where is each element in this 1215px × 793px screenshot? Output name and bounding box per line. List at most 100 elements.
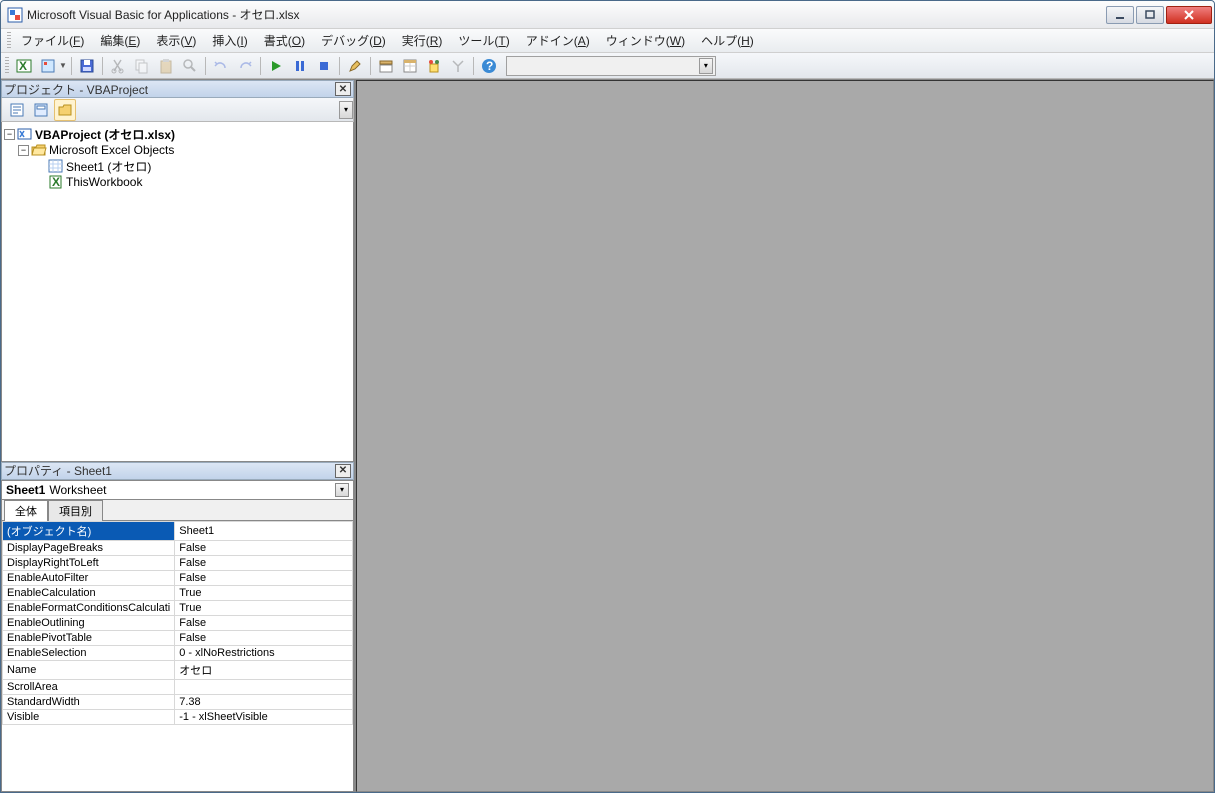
- menu-e[interactable]: 編集(E): [92, 29, 148, 52]
- chevron-down-icon: ▾: [335, 483, 349, 497]
- redo-button[interactable]: [234, 55, 256, 77]
- property-row[interactable]: EnableSelection0 - xlNoRestrictions: [3, 645, 353, 660]
- copy-button[interactable]: [131, 55, 153, 77]
- properties-panel-title[interactable]: プロパティ - Sheet1 ✕: [1, 462, 354, 480]
- menu-r[interactable]: 実行(R): [394, 29, 451, 52]
- tree-item-label: ThisWorkbook: [66, 175, 142, 189]
- property-row[interactable]: EnableCalculationTrue: [3, 585, 353, 600]
- tab-all[interactable]: 全体: [4, 500, 48, 521]
- toolbox-button[interactable]: [447, 55, 469, 77]
- property-row[interactable]: EnableFormatConditionsCalculatiTrue: [3, 600, 353, 615]
- project-panel-title[interactable]: プロジェクト - VBAProject ✕: [1, 80, 354, 98]
- maximize-button[interactable]: [1136, 6, 1164, 24]
- object-browser-button[interactable]: [423, 55, 445, 77]
- worksheet-icon: [48, 159, 64, 173]
- property-row[interactable]: Nameオセロ: [3, 660, 353, 679]
- property-name: EnableFormatConditionsCalculati: [3, 600, 175, 615]
- property-value[interactable]: False: [175, 555, 353, 570]
- property-value[interactable]: オセロ: [175, 660, 353, 679]
- menubar-grip[interactable]: [7, 32, 11, 50]
- help-button[interactable]: ?: [478, 55, 500, 77]
- tree-project-root[interactable]: − VBAProject (オセロ.xlsx): [4, 126, 351, 142]
- property-value[interactable]: False: [175, 570, 353, 585]
- collapse-icon[interactable]: −: [4, 129, 15, 140]
- property-value[interactable]: True: [175, 600, 353, 615]
- close-button[interactable]: [1166, 6, 1212, 24]
- tree-item-sheet1[interactable]: Sheet1 (オセロ): [4, 158, 351, 174]
- property-row[interactable]: Visible-1 - xlSheetVisible: [3, 709, 353, 724]
- property-name: EnablePivotTable: [3, 630, 175, 645]
- properties-window-button[interactable]: [399, 55, 421, 77]
- project-explorer-button[interactable]: [375, 55, 397, 77]
- properties-panel-close[interactable]: ✕: [335, 464, 351, 478]
- tree-item-thisworkbook[interactable]: X ThisWorkbook: [4, 174, 351, 190]
- project-tree[interactable]: − VBAProject (オセロ.xlsx) − Microsoft Exce…: [1, 122, 354, 462]
- window-title: Microsoft Visual Basic for Applications …: [27, 6, 1106, 23]
- toggle-folders-button[interactable]: [54, 99, 76, 121]
- svg-text:X: X: [52, 175, 60, 189]
- client-area: プロジェクト - VBAProject ✕ ▾ − VBAProject (オセ…: [1, 79, 1214, 792]
- properties-tabs: 全体 項目別: [1, 500, 354, 520]
- menu-t[interactable]: ツール(T): [450, 29, 517, 52]
- property-name: Name: [3, 660, 175, 679]
- menu-d[interactable]: デバッグ(D): [313, 29, 394, 52]
- collapse-icon[interactable]: −: [18, 145, 29, 156]
- property-name: (オブジェクト名): [3, 521, 175, 540]
- menu-o[interactable]: 書式(O): [256, 29, 313, 52]
- paste-button[interactable]: [155, 55, 177, 77]
- property-row[interactable]: EnableAutoFilterFalse: [3, 570, 353, 585]
- menu-i[interactable]: 挿入(I): [204, 29, 255, 52]
- combo-object-name: Sheet1: [6, 483, 45, 497]
- break-button[interactable]: [289, 55, 311, 77]
- property-row[interactable]: EnableOutliningFalse: [3, 615, 353, 630]
- view-excel-button[interactable]: X: [13, 55, 35, 77]
- minimize-button[interactable]: [1106, 6, 1134, 24]
- property-value[interactable]: [175, 679, 353, 694]
- properties-grid[interactable]: (オブジェクト名)Sheet1DisplayPageBreaksFalseDis…: [1, 520, 354, 793]
- property-value[interactable]: False: [175, 615, 353, 630]
- project-panel-close[interactable]: ✕: [335, 82, 351, 96]
- menu-w[interactable]: ウィンドウ(W): [598, 29, 693, 52]
- combo-object-type: Worksheet: [49, 483, 106, 497]
- tree-folder[interactable]: − Microsoft Excel Objects: [4, 142, 351, 158]
- run-button[interactable]: [265, 55, 287, 77]
- reset-button[interactable]: [313, 55, 335, 77]
- property-value[interactable]: Sheet1: [175, 521, 353, 540]
- mdi-client-area[interactable]: [356, 80, 1214, 792]
- property-row[interactable]: DisplayPageBreaksFalse: [3, 540, 353, 555]
- property-value[interactable]: 0 - xlNoRestrictions: [175, 645, 353, 660]
- properties-object-combo[interactable]: Sheet1 Worksheet ▾: [1, 480, 354, 500]
- property-row[interactable]: StandardWidth7.38: [3, 694, 353, 709]
- project-panel-title-text: プロジェクト - VBAProject: [4, 81, 148, 98]
- folder-open-icon: [31, 143, 47, 157]
- menu-v[interactable]: 表示(V): [148, 29, 204, 52]
- cut-button[interactable]: [107, 55, 129, 77]
- menu-f[interactable]: ファイル(F): [13, 29, 92, 52]
- procedure-combo[interactable]: ▾: [506, 56, 716, 76]
- view-code-button[interactable]: [6, 99, 28, 121]
- property-value[interactable]: True: [175, 585, 353, 600]
- tab-category[interactable]: 項目別: [48, 500, 103, 521]
- titlebar[interactable]: Microsoft Visual Basic for Applications …: [1, 1, 1214, 29]
- menu-a[interactable]: アドイン(A): [518, 29, 598, 52]
- design-mode-button[interactable]: [344, 55, 366, 77]
- project-toolbar-dropdown[interactable]: ▾: [339, 101, 353, 119]
- property-row[interactable]: EnablePivotTableFalse: [3, 630, 353, 645]
- undo-button[interactable]: [210, 55, 232, 77]
- view-object-button[interactable]: [30, 99, 52, 121]
- property-value[interactable]: False: [175, 630, 353, 645]
- property-row[interactable]: ScrollArea: [3, 679, 353, 694]
- property-name: Visible: [3, 709, 175, 724]
- find-button[interactable]: [179, 55, 201, 77]
- property-row[interactable]: DisplayRightToLeftFalse: [3, 555, 353, 570]
- property-value[interactable]: False: [175, 540, 353, 555]
- save-button[interactable]: [76, 55, 98, 77]
- project-toolbar: ▾: [1, 98, 354, 122]
- property-value[interactable]: 7.38: [175, 694, 353, 709]
- main-window: Microsoft Visual Basic for Applications …: [0, 0, 1215, 793]
- menu-h[interactable]: ヘルプ(H): [693, 29, 762, 52]
- property-value[interactable]: -1 - xlSheetVisible: [175, 709, 353, 724]
- toolbar-grip[interactable]: [5, 57, 9, 75]
- insert-module-button[interactable]: [37, 55, 59, 77]
- property-row[interactable]: (オブジェクト名)Sheet1: [3, 521, 353, 540]
